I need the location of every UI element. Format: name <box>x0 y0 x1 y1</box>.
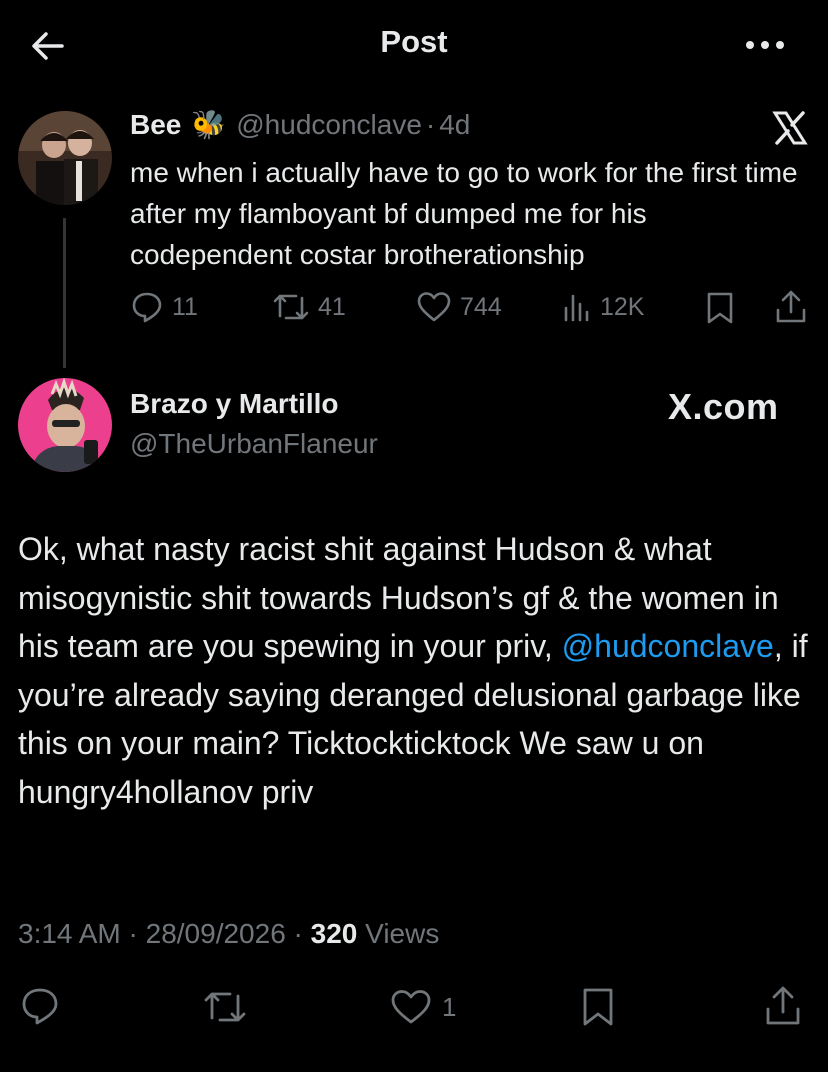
author-name[interactable]: Bee <box>130 109 181 141</box>
heart-icon <box>417 292 451 322</box>
views-button[interactable]: 12K <box>562 290 644 324</box>
separator: · <box>425 108 436 140</box>
heart-icon <box>391 990 431 1024</box>
page-title: Post <box>380 24 448 59</box>
more-icon <box>746 41 784 49</box>
reply-icon <box>22 988 58 1025</box>
view-count: 12K <box>600 292 645 321</box>
repost-icon <box>273 294 309 320</box>
mention-link[interactable]: @hudconclave <box>562 628 774 664</box>
avatar[interactable] <box>18 378 112 472</box>
like-button[interactable]: 744 <box>416 290 502 324</box>
repost-count: 41 <box>318 292 346 321</box>
share-button[interactable] <box>764 984 802 1028</box>
author-handle[interactable]: @hudconclave <box>236 109 422 141</box>
bookmark-icon <box>707 292 733 324</box>
like-button[interactable]: 1 <box>390 988 456 1026</box>
post-text: Ok, what nasty racist shit against Hudso… <box>18 525 818 816</box>
reply-button[interactable] <box>20 986 60 1026</box>
post-date[interactable]: 28/09/2026 <box>146 918 286 949</box>
author-name[interactable]: Brazo y Martillo <box>130 388 338 420</box>
share-button[interactable] <box>774 288 808 331</box>
thread-connector-line <box>63 218 66 368</box>
more-options-button[interactable] <box>742 30 788 60</box>
reply-count: 11 <box>172 292 198 321</box>
views-chart-icon <box>564 294 589 322</box>
like-count: 744 <box>460 292 502 321</box>
reply-icon <box>132 292 162 323</box>
reply-button[interactable]: 11 <box>130 290 198 324</box>
post-time[interactable]: 4d <box>439 109 470 141</box>
avatar[interactable] <box>18 111 112 205</box>
post-meta: 3:14 AM · 28/09/2026 · 320 Views <box>18 918 439 950</box>
bookmark-icon <box>583 988 613 1026</box>
x-logo-icon <box>772 110 808 146</box>
bookmark-button[interactable] <box>704 290 736 331</box>
avatar-photo <box>18 378 112 472</box>
repost-button[interactable]: 41 <box>272 290 346 324</box>
share-icon <box>776 290 806 323</box>
views-count: 320 <box>310 918 358 949</box>
like-count: 1 <box>442 991 457 1022</box>
author-handle[interactable]: @TheUrbanFlaneur <box>130 428 378 460</box>
xcom-watermark: X.com <box>668 386 779 427</box>
avatar-photo <box>18 111 112 205</box>
repost-button[interactable] <box>202 988 248 1026</box>
quoted-post-header: Bee 🐝 @hudconclave · 4d <box>130 108 470 141</box>
post-time[interactable]: 3:14 AM <box>18 918 121 949</box>
views-label: Views <box>365 918 440 949</box>
share-icon <box>766 986 800 1025</box>
separator: · <box>128 918 138 949</box>
quoted-post-text: me when i actually have to go to work fo… <box>130 157 798 270</box>
bee-emoji-icon: 🐝 <box>191 109 227 140</box>
separator: · <box>293 918 303 949</box>
bookmark-button[interactable] <box>580 986 616 1028</box>
repost-icon <box>204 992 246 1022</box>
